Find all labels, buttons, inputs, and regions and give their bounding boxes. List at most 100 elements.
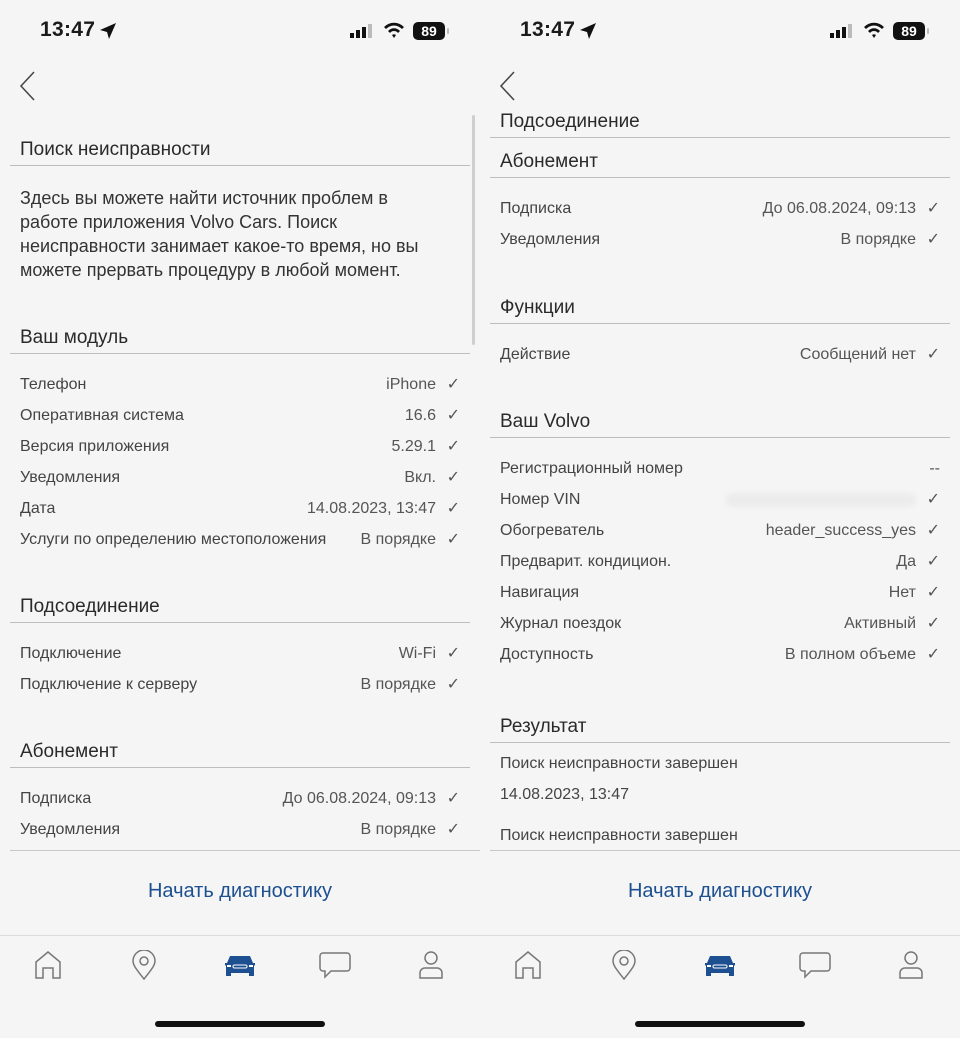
list-item: Дата 14.08.2023, 13:47 ✓ bbox=[0, 493, 480, 524]
row-value: Активный bbox=[844, 615, 916, 632]
scrollbar[interactable] bbox=[472, 115, 475, 345]
tab-bar bbox=[480, 948, 960, 984]
chat-icon bbox=[799, 952, 831, 979]
list-item: Уведомления В порядке ✓ bbox=[480, 224, 960, 255]
row-value: 14.08.2023, 13:47 bbox=[306, 500, 436, 517]
row-label: Предварит. кондицион. bbox=[500, 553, 672, 570]
row-label: Подписка bbox=[20, 790, 92, 807]
row-label: Уведомления bbox=[20, 821, 121, 838]
row-label: Навигация bbox=[500, 584, 580, 601]
chat-icon bbox=[319, 952, 351, 979]
tab-home[interactable] bbox=[511, 948, 545, 982]
row-value: header_success_yes bbox=[765, 522, 916, 539]
tab-messages[interactable] bbox=[798, 948, 832, 982]
tab-home[interactable] bbox=[31, 948, 65, 982]
section-title-subscription: Абонемент bbox=[490, 146, 950, 178]
check-icon: ✓ bbox=[926, 584, 940, 601]
row-label: Подключение к серверу bbox=[20, 676, 198, 693]
home-indicator[interactable] bbox=[635, 1021, 805, 1027]
back-chevron-icon[interactable] bbox=[498, 70, 518, 102]
list-item: Обогреватель header_success_yes ✓ bbox=[480, 515, 960, 546]
list-item: Услуги по определению местоположения В по… bbox=[0, 524, 480, 555]
vin-redacted bbox=[726, 484, 916, 515]
tab-car[interactable] bbox=[223, 948, 257, 982]
result-line: Поиск неисправности завершен bbox=[500, 755, 738, 772]
location-arrow-icon bbox=[580, 23, 596, 39]
row-label: Доступность bbox=[500, 646, 594, 663]
row-label: Регистрационный номер bbox=[500, 460, 683, 477]
row-label: Версия приложения bbox=[20, 438, 170, 455]
row-value: В порядке bbox=[360, 821, 436, 838]
status-bar: 13:47 89 bbox=[480, 14, 960, 50]
row-label: Услуги по определению местоположения bbox=[20, 531, 327, 548]
tab-messages[interactable] bbox=[318, 948, 352, 982]
list-item: Подключение Wi-Fi ✓ bbox=[0, 638, 480, 669]
result-timestamp: 14.08.2023, 13:47 bbox=[500, 786, 630, 803]
start-diagnostics-button[interactable]: Начать диагностику bbox=[0, 880, 480, 903]
section-title-result: Результат bbox=[490, 711, 950, 743]
car-icon bbox=[225, 956, 255, 976]
list-item: Телефон iPhone ✓ bbox=[0, 369, 480, 400]
wifi-icon bbox=[384, 22, 404, 38]
check-icon: ✓ bbox=[446, 500, 460, 517]
row-label: Подключение bbox=[20, 645, 122, 662]
section-title-connection: Подсоединение bbox=[490, 106, 950, 138]
description: Здесь вы можете найти источник проблем в… bbox=[20, 188, 419, 280]
list-item: Оперативная система 16.6 ✓ bbox=[0, 400, 480, 431]
status-time: 13:47 bbox=[40, 18, 96, 41]
check-icon: ✓ bbox=[446, 790, 460, 807]
start-diagnostics-button[interactable]: Начать диагностику bbox=[480, 880, 960, 903]
check-icon: ✓ bbox=[926, 522, 940, 539]
row-label: Уведомления bbox=[20, 469, 121, 486]
battery-icon: 89 bbox=[893, 22, 929, 40]
cellular-signal-icon bbox=[830, 24, 852, 38]
check-icon: ✓ bbox=[446, 531, 460, 548]
check-icon: ✓ bbox=[446, 438, 460, 455]
cellular-signal-icon bbox=[350, 24, 372, 38]
car-icon bbox=[705, 956, 735, 976]
home-icon bbox=[35, 951, 61, 979]
profile-icon bbox=[419, 951, 443, 979]
list-item: Подписка До 06.08.2024, 09:13 ✓ bbox=[480, 193, 960, 224]
tab-profile[interactable] bbox=[894, 948, 928, 982]
location-arrow-icon bbox=[100, 23, 116, 39]
row-value: 5.29.1 bbox=[391, 438, 436, 455]
battery-icon: 89 bbox=[413, 22, 449, 40]
list-item: Навигация Нет ✓ bbox=[480, 577, 960, 608]
row-value: Да bbox=[896, 553, 916, 570]
row-label: Обогреватель bbox=[500, 522, 605, 539]
row-value: Wi-Fi bbox=[398, 645, 436, 662]
list-item: Подписка До 06.08.2024, 09:13 ✓ bbox=[0, 783, 480, 814]
location-pin-icon bbox=[132, 950, 156, 980]
diagnostics-scroll[interactable]: Подсоединение Абонемент Подписка До 06.08… bbox=[480, 0, 960, 850]
row-value: 16.6 bbox=[404, 407, 436, 424]
list-item: Версия приложения 5.29.1 ✓ bbox=[0, 431, 480, 462]
back-chevron-icon[interactable] bbox=[18, 70, 38, 102]
check-icon: ✓ bbox=[926, 231, 940, 248]
row-label: Телефон bbox=[20, 376, 87, 393]
check-icon: ✓ bbox=[926, 346, 940, 363]
home-indicator[interactable] bbox=[155, 1021, 325, 1027]
check-icon: ✓ bbox=[446, 469, 460, 486]
check-icon: ✓ bbox=[926, 646, 940, 663]
tab-car[interactable] bbox=[703, 948, 737, 982]
section-title-module: Ваш модуль bbox=[10, 322, 470, 354]
status-time: 13:47 bbox=[520, 18, 576, 41]
check-icon: ✓ bbox=[446, 376, 460, 393]
diagnostics-scroll[interactable]: Поиск неисправности Здесь вы можете найт… bbox=[0, 0, 480, 850]
row-value: В порядке bbox=[360, 676, 436, 693]
tab-map[interactable] bbox=[607, 948, 641, 982]
check-icon: ✓ bbox=[926, 615, 940, 632]
tab-map[interactable] bbox=[127, 948, 161, 982]
section-title-troubleshoot: Поиск неисправности bbox=[10, 134, 470, 166]
list-item: Уведомления В порядке ✓ bbox=[0, 814, 480, 845]
list-item: Уведомления Вкл. ✓ bbox=[0, 462, 480, 493]
tab-profile[interactable] bbox=[414, 948, 448, 982]
section-title-your-volvo: Ваш Volvo bbox=[490, 406, 950, 438]
row-value: -- bbox=[929, 460, 940, 477]
row-label: Дата bbox=[20, 500, 56, 517]
list-item: Подключение к серверу В порядке ✓ bbox=[0, 669, 480, 700]
list-item: Доступность В полном объеме ✓ bbox=[480, 639, 960, 670]
result-line: Поиск неисправности завершен bbox=[500, 827, 738, 844]
row-value: Нет bbox=[888, 584, 916, 601]
